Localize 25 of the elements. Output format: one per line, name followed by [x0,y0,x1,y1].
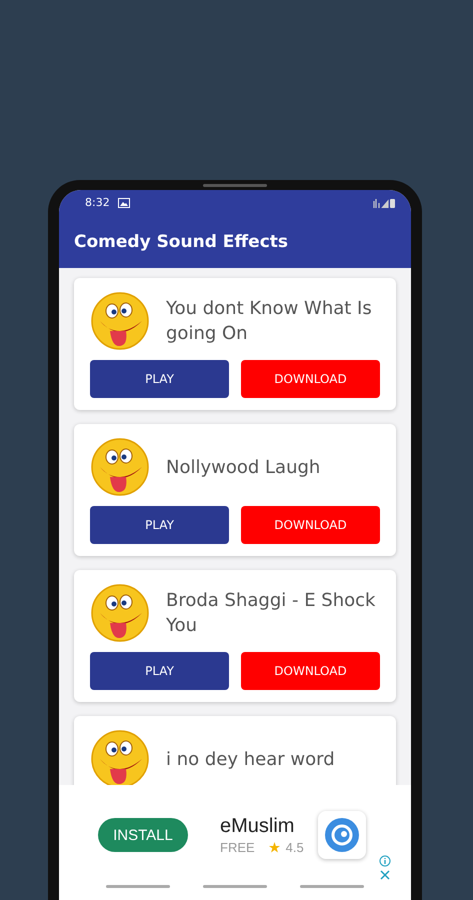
sound-title: Nollywood Laugh [166,456,320,480]
ad-price: FREE [220,840,255,855]
sound-title: i no dey hear word [166,748,335,772]
laughing-emoji-icon [90,437,150,497]
download-button[interactable]: DOWNLOAD [241,360,380,398]
ad-rating: 4.5 [286,840,304,855]
close-icon[interactable] [379,869,391,881]
download-button[interactable]: DOWNLOAD [241,506,380,544]
play-button[interactable]: PLAY [90,652,229,690]
install-button[interactable]: INSTALL [98,818,188,852]
app-icon[interactable] [318,811,366,859]
ad-app-name: eMuslim [220,815,296,838]
laughing-emoji-icon [90,583,150,643]
star-icon [268,842,280,853]
image-icon [118,198,130,208]
play-button[interactable]: PLAY [90,360,229,398]
download-button[interactable]: DOWNLOAD [241,652,380,690]
signal-icon [373,198,395,208]
play-button[interactable]: PLAY [90,506,229,544]
app-title: Comedy Sound Effects [74,232,288,252]
laughing-emoji-icon [90,291,150,351]
info-icon[interactable] [379,855,391,867]
sound-title: Broda Shaggi - E Shock You [166,589,376,638]
sound-title: You dont Know What Is going On [166,297,373,346]
status-time: 8:32 [85,196,110,209]
